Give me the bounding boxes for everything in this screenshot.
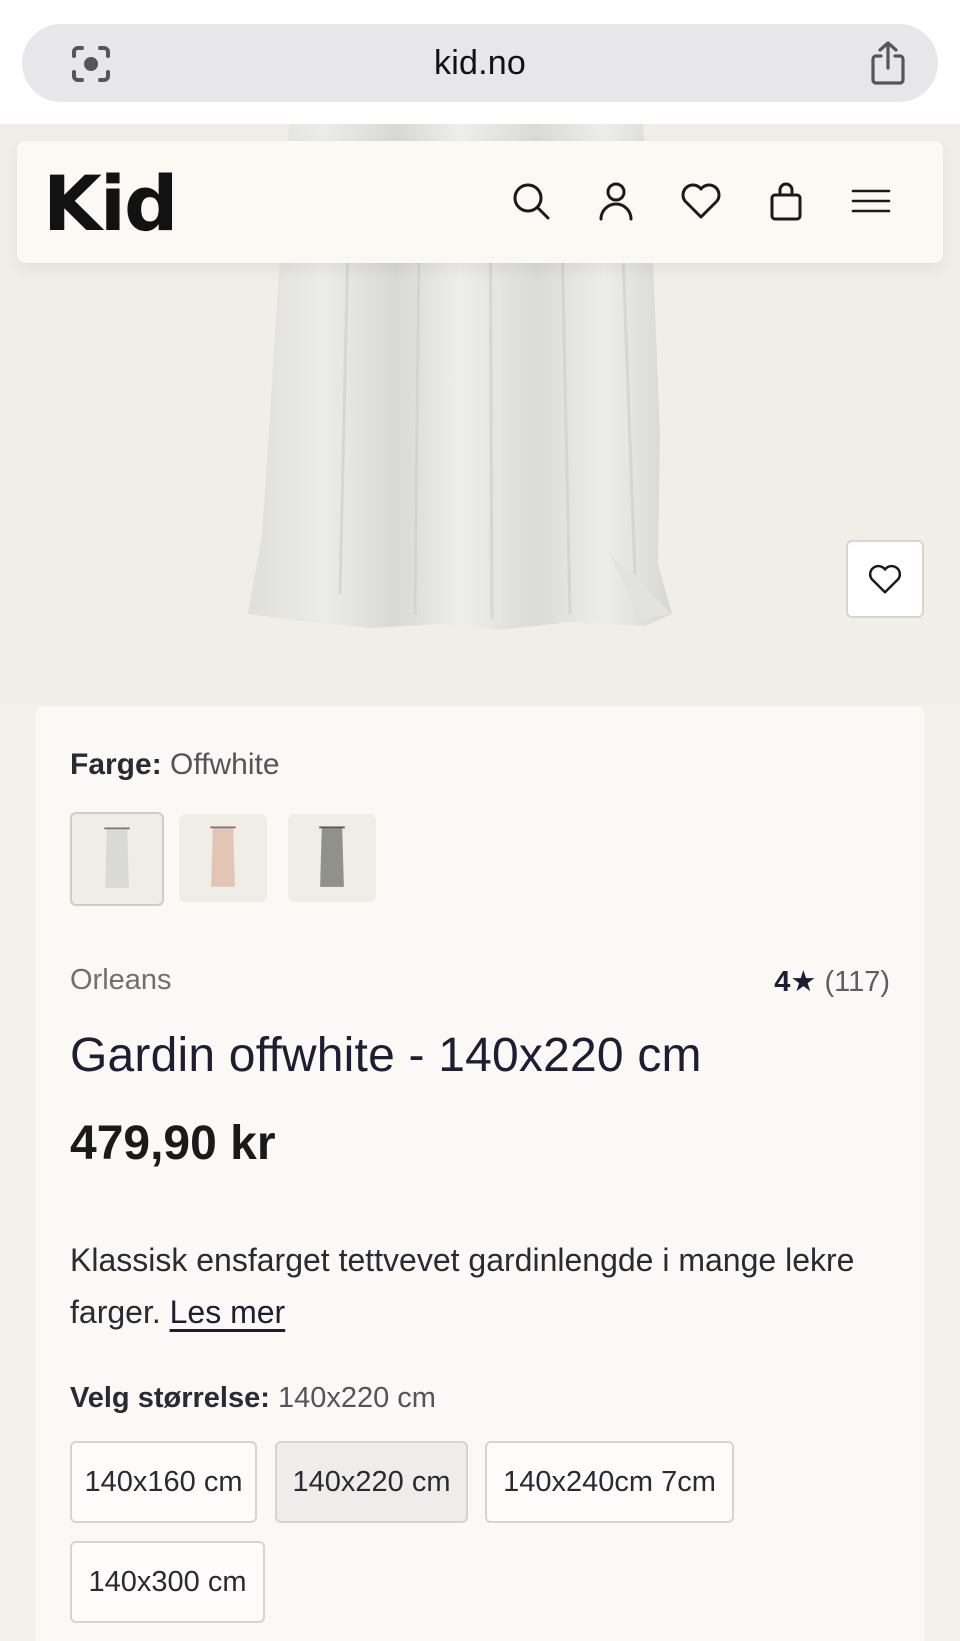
site-header: Kid xyxy=(17,141,943,263)
account-icon[interactable] xyxy=(592,177,640,225)
menu-icon[interactable] xyxy=(847,177,895,225)
color-value: Offwhite xyxy=(170,748,280,781)
product-card: Farge: Offwhite Orleans 4★ (117) Gardin … xyxy=(35,706,925,1641)
rating[interactable]: 4★ (117) xyxy=(774,964,890,999)
browser-bar: kid.no xyxy=(0,0,960,124)
size-option[interactable]: 140x300 cm xyxy=(70,1541,265,1623)
size-value: 140x220 cm xyxy=(277,1382,436,1414)
size-label: Velg størrelse: xyxy=(70,1382,270,1414)
brand-name[interactable]: Orleans xyxy=(70,964,172,997)
bag-icon[interactable] xyxy=(762,177,810,225)
size-option[interactable]: 140x240cm 7cm xyxy=(485,1441,734,1523)
swatch-rosa[interactable] xyxy=(179,814,267,902)
address-bar[interactable]: kid.no xyxy=(22,24,938,102)
favorite-button[interactable] xyxy=(846,540,924,618)
size-option-selected[interactable]: 140x220 cm xyxy=(275,1441,468,1523)
color-selector-label: Farge: Offwhite xyxy=(70,748,280,782)
search-icon[interactable] xyxy=(507,177,555,225)
size-selector-label: Velg størrelse: 140x220 cm xyxy=(70,1382,436,1415)
rating-count: (117) xyxy=(824,966,890,998)
read-more-link[interactable]: Les mer xyxy=(170,1294,286,1330)
heart-icon xyxy=(868,564,902,594)
heart-icon[interactable] xyxy=(677,177,725,225)
size-option[interactable]: 140x160 cm xyxy=(70,1441,257,1523)
share-icon[interactable] xyxy=(868,40,908,86)
product-title: Gardin offwhite - 140x220 cm xyxy=(70,1029,702,1082)
url-text: kid.no xyxy=(434,44,526,82)
kid-logo[interactable]: Kid xyxy=(43,159,178,248)
swatch-offwhite[interactable] xyxy=(70,812,164,906)
product-price: 479,90 kr xyxy=(70,1117,276,1170)
rating-value: 4★ xyxy=(774,966,817,998)
color-label: Farge: xyxy=(70,748,162,781)
swatch-gra[interactable] xyxy=(288,814,376,902)
product-description: Klassisk ensfarget tettvevet gardinlengd… xyxy=(70,1234,870,1338)
